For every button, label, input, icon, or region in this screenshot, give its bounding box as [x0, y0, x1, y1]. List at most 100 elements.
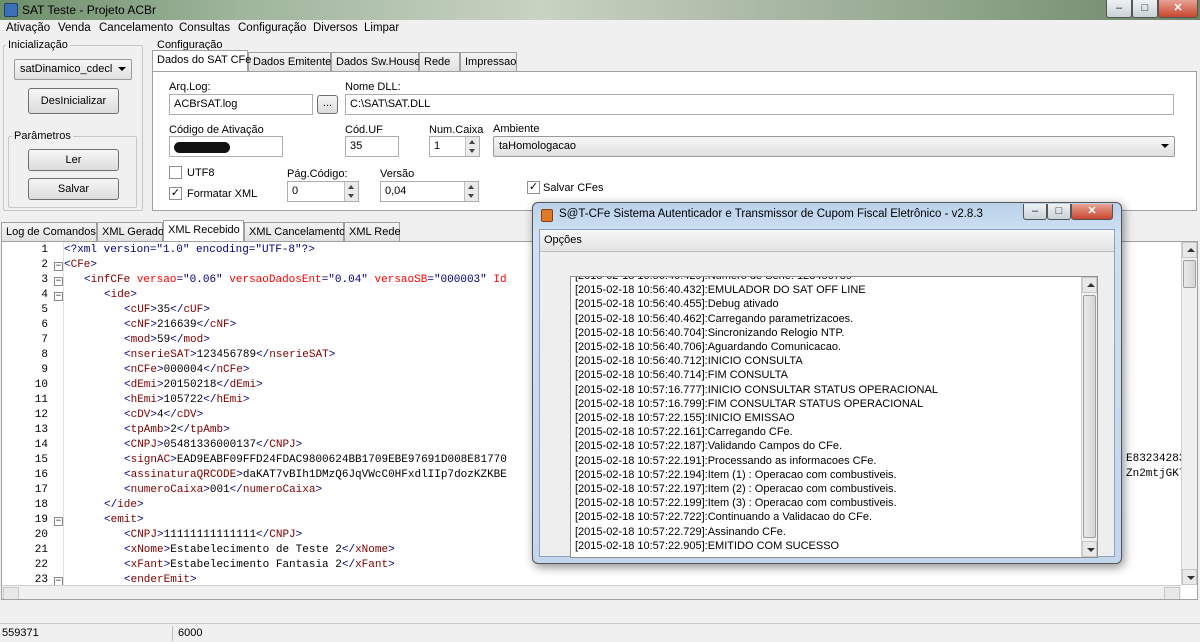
menu-cancelamento[interactable]: Cancelamento [99, 22, 173, 34]
pagcodigo-value: 0 [292, 185, 299, 197]
cod-uf-label: Cód.UF [345, 124, 383, 136]
ambiente-select[interactable]: taHomologacao [493, 136, 1175, 157]
java-icon [541, 209, 553, 222]
spin-down-icon [348, 194, 354, 198]
xml-token: versao [136, 274, 177, 286]
xml-token: 35 [157, 304, 171, 316]
log-line: [2015-02-18 10:56:40.429]:Numero de Seri… [575, 276, 853, 282]
arrow-up-icon [1187, 248, 1195, 252]
fold-toggle-icon[interactable]: − [54, 262, 63, 271]
deinit-button[interactable]: DesInicializar [28, 88, 119, 114]
xml-token: > [328, 349, 336, 361]
xml-token: < [124, 394, 131, 406]
minimize-button[interactable]: ‒ [1106, 0, 1132, 18]
scroll-thumb[interactable] [1183, 260, 1196, 288]
activation-label: Código de Ativação [169, 124, 264, 136]
save-button[interactable]: Salvar [28, 178, 119, 200]
tab-xml-rede[interactable]: XML Rede [344, 222, 401, 241]
versao-stepper[interactable]: 0,04 [380, 181, 479, 202]
xml-line: <assinaturaQRCODE>daKAT7vBIh1DMzQ6JqVWcC… [124, 469, 507, 481]
dialog-maximize-button[interactable]: □ [1047, 204, 1071, 220]
log-line: [2015-02-18 10:57:22.197]:Item (2) : Ope… [575, 483, 897, 495]
pagcodigo-stepper[interactable]: 0 [287, 181, 359, 202]
editor-vertical-scrollbar[interactable] [1181, 242, 1197, 585]
xml-token: nCFe [216, 364, 243, 376]
log-line: [2015-02-18 10:56:40.712]:INICIO CONSULT… [575, 355, 803, 368]
xml-token: mod [183, 334, 204, 346]
ambiente-label: Ambiente [493, 123, 540, 135]
menu-consultas[interactable]: Consultas [179, 22, 230, 34]
xml-token: > [388, 544, 395, 556]
xml-token: < [124, 529, 131, 541]
line-number: 13 [34, 424, 48, 436]
xml-token: </ [341, 544, 356, 556]
close-button[interactable]: ✕ [1158, 0, 1198, 18]
xml-line: <mod>59</mod> [124, 334, 210, 346]
utf8-checkbox[interactable] [169, 166, 182, 179]
tab-rede[interactable]: Rede [419, 52, 460, 71]
xml-token: > [157, 439, 164, 451]
xml-token: > [256, 379, 263, 391]
dialog-close-button[interactable]: ✕ [1071, 204, 1113, 220]
dll-field[interactable]: C:\SAT\SAT.DLL [345, 94, 1174, 115]
menu-diversos[interactable]: Diversos [313, 22, 358, 34]
scroll-down-button[interactable] [1082, 541, 1097, 557]
fold-toggle-icon[interactable]: − [54, 292, 63, 301]
xml-token: cDV [130, 409, 151, 421]
lib-select[interactable]: satDinamico_cdecl [14, 59, 132, 80]
tab-xml-gerado[interactable]: XML Gerado [97, 222, 164, 241]
spin-buttons[interactable] [464, 182, 478, 201]
tab-log-comandos[interactable]: Log de Comandos [1, 222, 97, 241]
salvar-cfes-checkbox[interactable]: ✓ [527, 181, 540, 194]
tab-dados-sat[interactable]: Dados do SAT CFe [152, 50, 251, 71]
log-line: [2015-02-18 10:56:40.455]:Debug ativado [575, 298, 779, 311]
formatar-xml-checkbox[interactable]: ✓ [169, 187, 182, 200]
xml-token: versaoSB [374, 274, 428, 286]
xml-token: Estabelecimento Fantasia 2 [170, 559, 342, 571]
log-vertical-scrollbar[interactable] [1081, 277, 1097, 557]
log-line: [2015-02-18 10:56:40.714]:FIM CONSULTA [575, 369, 788, 382]
fold-toggle-icon[interactable]: − [54, 517, 63, 526]
xml-token: nCFe [130, 364, 158, 376]
spin-buttons[interactable] [465, 137, 479, 156]
status-bar: 559371 6000 [0, 623, 1200, 642]
scroll-up-button[interactable] [1182, 242, 1197, 258]
scroll-down-button[interactable] [1182, 569, 1197, 585]
scroll-thumb[interactable] [1083, 295, 1096, 538]
xml-token: > [157, 364, 164, 376]
xml-token: tpAmb [190, 424, 224, 436]
browse-button[interactable]: ... [317, 95, 338, 114]
xml-token: </ [256, 349, 270, 361]
xml-token: cUF [130, 304, 151, 316]
fold-toggle-icon[interactable]: − [54, 277, 63, 286]
menu-limpar[interactable]: Limpar [364, 22, 399, 34]
tab-xml-cancelamento[interactable]: XML Cancelamento [244, 222, 345, 241]
maximize-button[interactable]: □ [1132, 0, 1158, 18]
menu-venda[interactable]: Venda [58, 22, 91, 34]
scroll-up-button[interactable] [1082, 277, 1097, 293]
scroll-right-button[interactable] [1164, 587, 1180, 599]
editor-horizontal-scrollbar[interactable] [2, 585, 1181, 599]
read-button[interactable]: Ler [28, 149, 119, 171]
xml-token: xNome [355, 544, 389, 556]
tab-dados-swhouse[interactable]: Dados Sw.House [331, 52, 420, 71]
xml-token: </ [256, 529, 270, 541]
tab-impressao[interactable]: Impressao [460, 52, 517, 71]
log-line: [2015-02-18 10:57:22.161]:Carregando CFe… [575, 426, 793, 439]
tab-xml-recebido[interactable]: XML Recebido [163, 220, 244, 241]
menu-ativacao[interactable]: Ativação [6, 22, 50, 34]
arq-log-field[interactable]: ACBrSAT.log [169, 94, 313, 115]
scroll-left-button[interactable] [3, 587, 19, 599]
cod-uf-field[interactable]: 35 [345, 136, 399, 157]
spin-up-icon [348, 185, 354, 189]
activation-field[interactable] [169, 136, 283, 157]
dialog-minimize-button[interactable]: ‒ [1023, 204, 1047, 220]
num-caixa-stepper[interactable]: 1 [429, 136, 480, 157]
spin-buttons[interactable] [344, 182, 358, 201]
menu-configuracao[interactable]: Configuração [238, 22, 306, 34]
menu-opcoes[interactable]: Opções [544, 234, 582, 246]
line-number: 17 [34, 484, 48, 496]
tab-dados-emitente[interactable]: Dados Emitente [248, 52, 331, 71]
xml-token: tpAmb [130, 424, 164, 436]
xml-token: nserieSAT [269, 349, 329, 361]
